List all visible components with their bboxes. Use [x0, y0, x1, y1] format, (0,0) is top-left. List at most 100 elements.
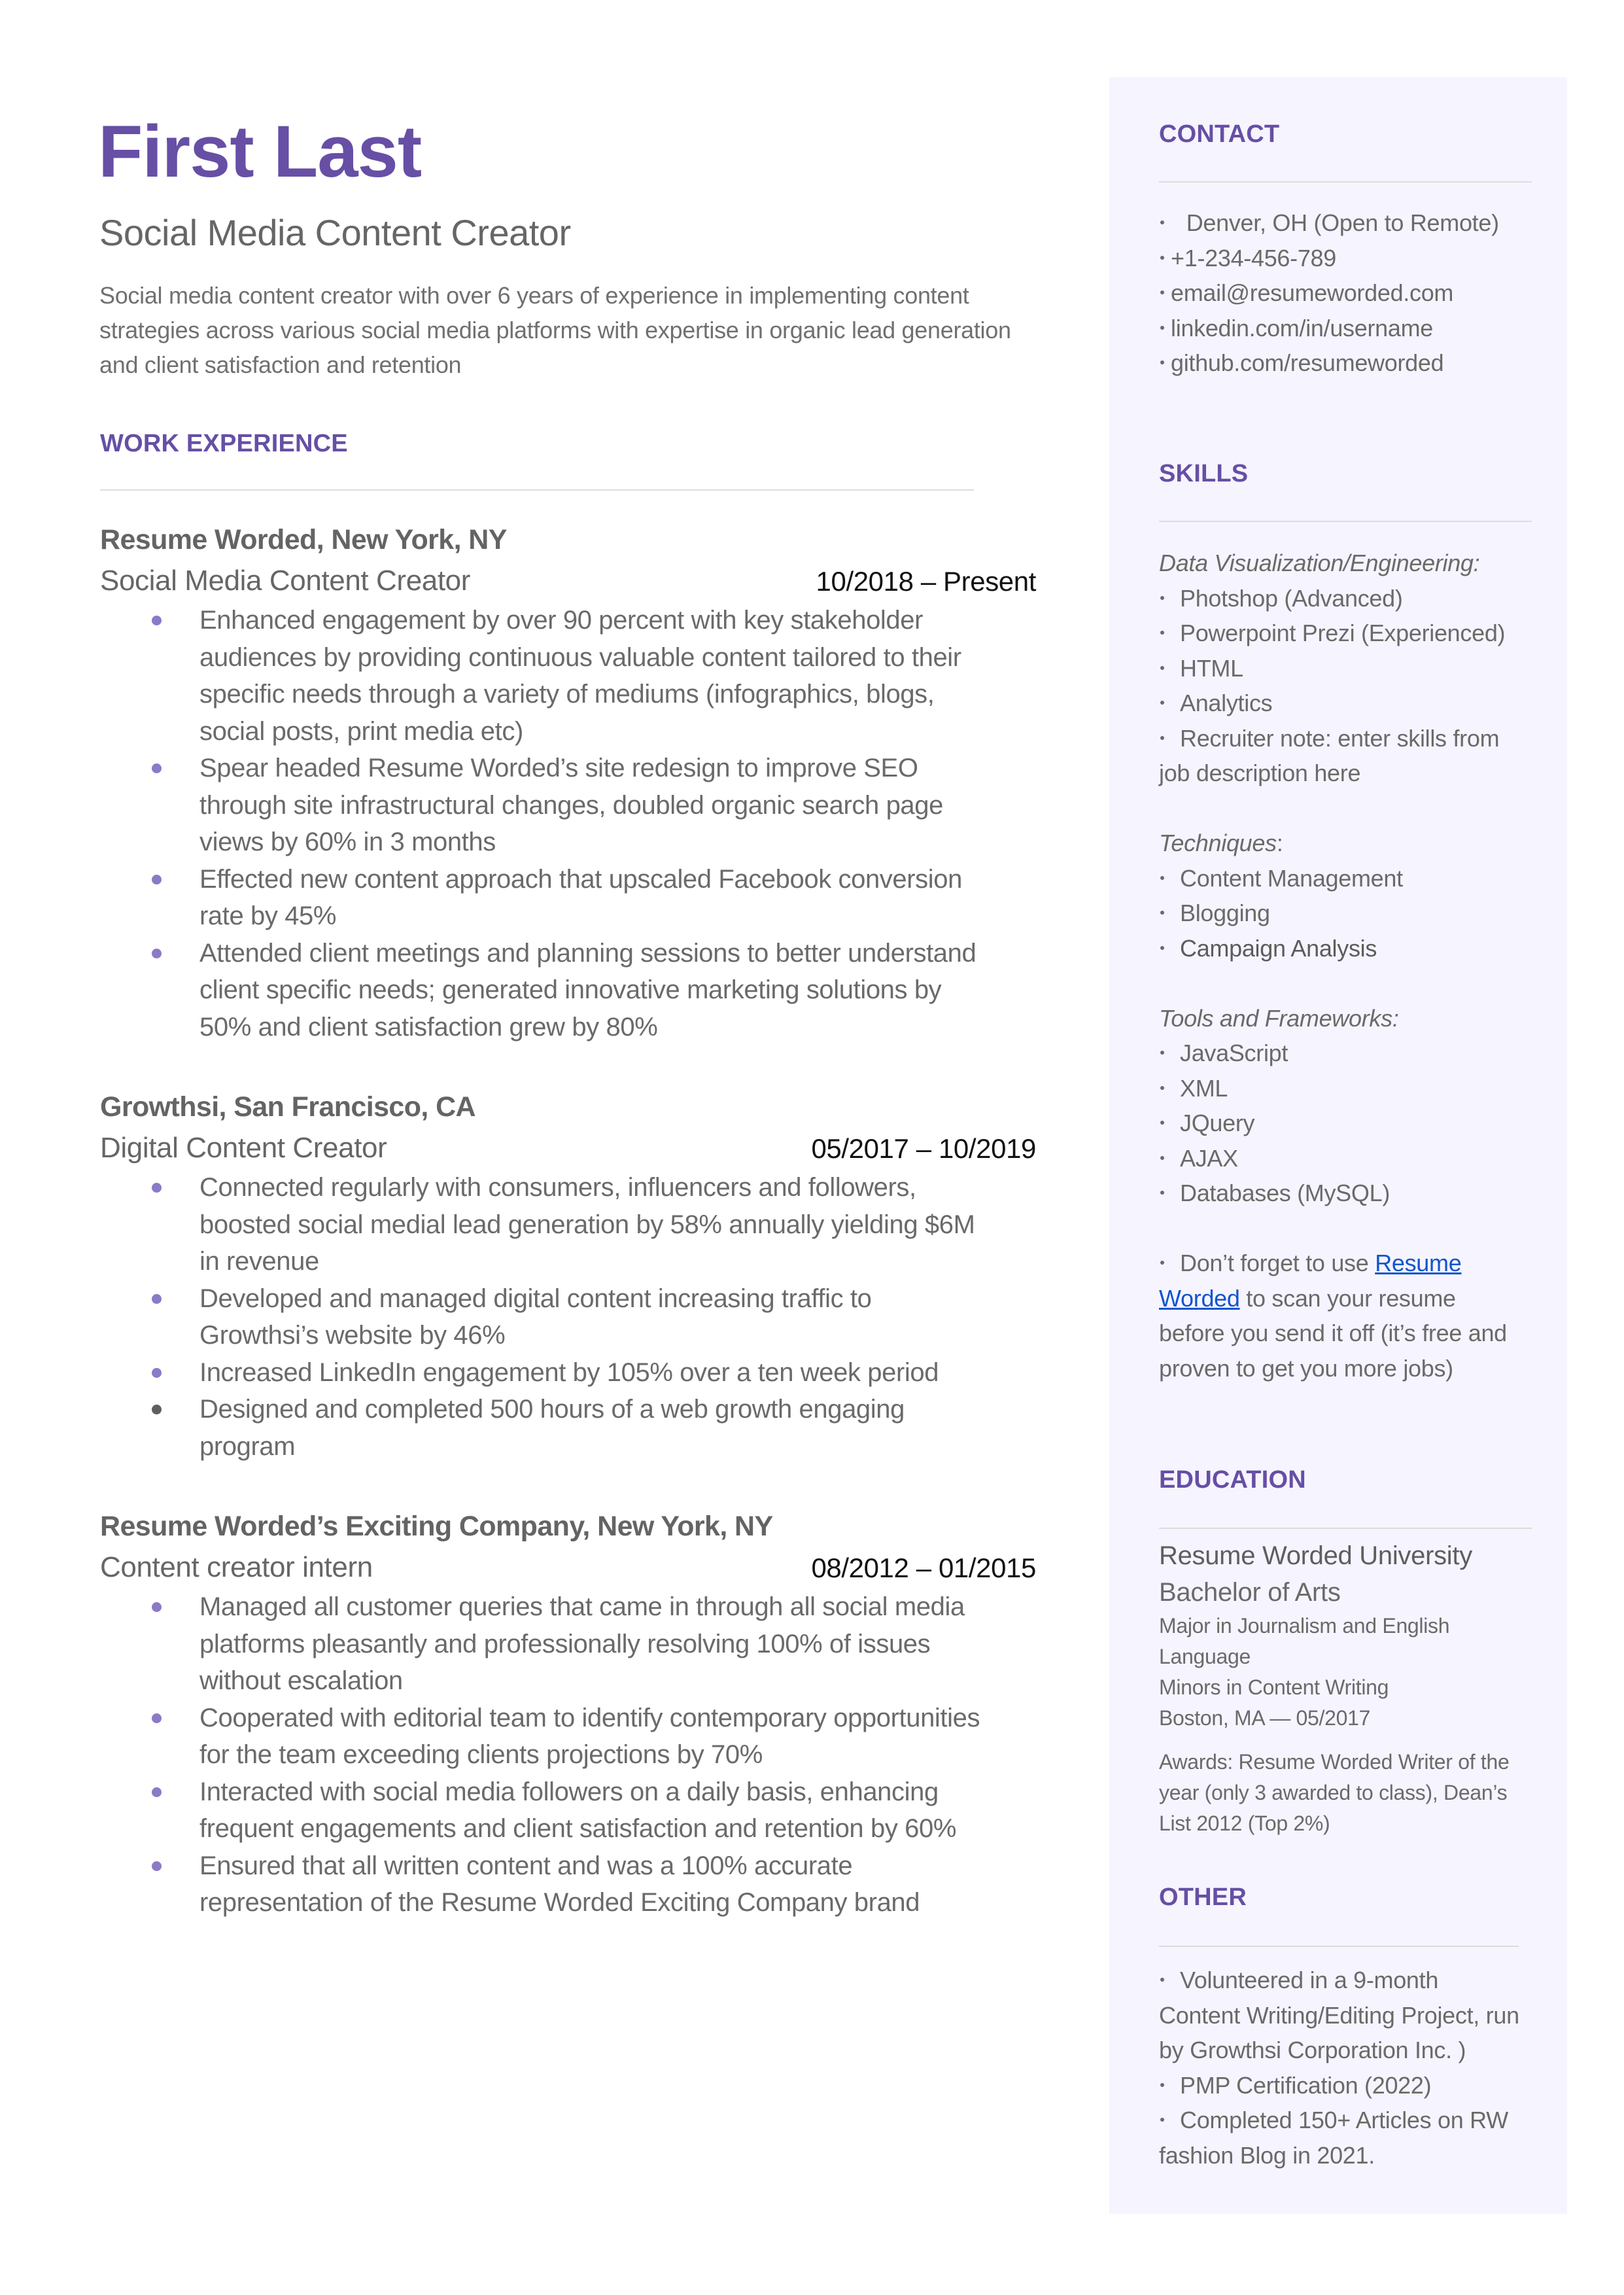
education-major: Major in Journalism and English: [1159, 1614, 1450, 1638]
job-bullet: Increased LinkedIn engagement by 105% ov…: [100, 1354, 1003, 1392]
bullet-icon: [1160, 220, 1164, 225]
bullet-text-line: Enhanced engagement by over 90 percent w…: [199, 606, 924, 635]
bullet-icon: [152, 948, 162, 958]
bullet-text-line: client specific needs; generated innovat…: [199, 975, 942, 1004]
bullet-text-line: boosted social medial lead generation by…: [199, 1210, 975, 1239]
education-degree: Bachelor of Arts: [1159, 1578, 1341, 1607]
bullet-icon: [1160, 595, 1164, 600]
other-item-continued: Content Writing/Editing Project, run: [1159, 2001, 1519, 2029]
bullet-icon: [1160, 2082, 1164, 2087]
job-role: Content creator intern: [100, 1551, 373, 1583]
job-bullet: Developed and managed digital content in…: [100, 1280, 1003, 1354]
bullet-icon: [1160, 1261, 1164, 1265]
education-heading: EDUCATION: [1159, 1466, 1306, 1494]
skill-item: AJAX: [1159, 1141, 1551, 1176]
skill-item: Powerpoint Prezi (Experienced): [1159, 616, 1551, 651]
resume-worded-tip-line: before you send it off (it’s free and: [1159, 1320, 1507, 1346]
skill-item: Content Management: [1159, 861, 1551, 896]
job-bullet: Connected regularly with consumers, infl…: [100, 1169, 1003, 1280]
bullet-text-line: 50% and client satisfaction grew by 80%: [199, 1012, 658, 1042]
bullet-text-line: Ensured that all written content and was…: [199, 1851, 853, 1880]
company-name: Resume Worded, New York, NY: [100, 524, 507, 555]
skill-item: Photshop (Advanced): [1159, 581, 1551, 616]
bullet-text-line: program: [199, 1431, 296, 1461]
bullet-text-line: Cooperated with editorial team to identi…: [199, 1703, 980, 1732]
skill-item: JQuery: [1159, 1106, 1551, 1141]
bullet-text-line: Connected regularly with consumers, infl…: [199, 1173, 916, 1202]
bullet-icon: [1160, 1051, 1164, 1055]
bullet-text-line: Interacted with social media followers o…: [199, 1777, 939, 1806]
bullet-text-line: specific needs through a variety of medi…: [199, 680, 935, 709]
education-entry: Resume Worded University Bachelor of Art…: [1159, 1537, 1510, 1839]
contact-email[interactable]: email@resumeworded.com: [1159, 275, 1551, 311]
skill-item: Campaign Analysis: [1159, 931, 1551, 966]
education-major-continued: Language: [1159, 1645, 1251, 1668]
job-bullet: Attended client meetings and planning se…: [100, 935, 1003, 1046]
bullet-icon: [152, 763, 162, 773]
contact-phone[interactable]: +1-234-456-789: [1159, 241, 1551, 276]
other-list: Volunteered in a 9-month Content Writing…: [1159, 1963, 1551, 2173]
job-role: Social Media Content Creator: [100, 565, 470, 597]
skill-item: Blogging: [1159, 896, 1551, 931]
bullet-text-line: Increased LinkedIn engagement by 105% ov…: [199, 1358, 939, 1387]
bullet-text-line: for the team exceeding clients projectio…: [199, 1740, 763, 1769]
contact-location: Denver, OH (Open to Remote): [1159, 205, 1551, 241]
skills-list: Data Visualization/Engineering: Photshop…: [1159, 546, 1551, 1386]
bullet-text-line: in revenue: [199, 1247, 319, 1276]
bullet-icon: [1160, 290, 1164, 295]
job-bullet: Ensured that all written content and was…: [100, 1848, 1003, 1921]
job-bullet: Enhanced engagement by over 90 percent w…: [100, 602, 1003, 750]
skill-item: XML: [1159, 1071, 1551, 1106]
bullet-text-line: Developed and managed digital content in…: [199, 1284, 872, 1313]
other-item-continued: fashion Blog in 2021.: [1159, 2141, 1375, 2169]
bullet-text-line: Managed all customer queries that came i…: [199, 1592, 965, 1621]
bullet-icon: [152, 874, 162, 885]
company-name: Resume Worded’s Exciting Company, New Yo…: [100, 1511, 773, 1542]
summary-line: strategies across various social media p…: [99, 317, 1011, 343]
bullet-text-line: views by 60% in 3 months: [199, 828, 496, 856]
job-bullets: Enhanced engagement by over 90 percent w…: [100, 602, 1003, 1045]
contact-linkedin[interactable]: linkedin.com/in/username: [1159, 311, 1551, 346]
summary: Social media content creator with over 6…: [99, 278, 1080, 382]
section-divider: [1159, 1528, 1532, 1529]
skill-item: Analytics: [1159, 686, 1551, 721]
contact-list: Denver, OH (Open to Remote) +1-234-456-7…: [1159, 205, 1551, 381]
bullet-icon: [152, 1367, 162, 1378]
bullet-icon: [1160, 875, 1164, 880]
bullet-text-line: audiences by providing continuous valuab…: [199, 642, 961, 672]
candidate-name: First Last: [98, 111, 422, 192]
resume-worded-tip-line: Worded to scan your resume: [1159, 1284, 1456, 1312]
education-school: Resume Worded University: [1159, 1541, 1472, 1570]
bullet-text-line: social posts, print media etc): [199, 716, 523, 746]
other-item-continued: by Growthsi Corporation Inc. ): [1159, 2037, 1466, 2063]
bullet-icon: [152, 1713, 162, 1723]
resume-worded-link[interactable]: Resume: [1375, 1250, 1462, 1276]
resume-worded-link[interactable]: Worded: [1159, 1285, 1240, 1312]
job-bullet: Managed all customer queries that came i…: [100, 1588, 1003, 1700]
job-bullet: Designed and completed 500 hours of a we…: [100, 1391, 1003, 1465]
bullet-icon: [1160, 325, 1164, 330]
section-divider: [1159, 181, 1532, 183]
bullet-text-line: Effected new content approach that upsca…: [199, 864, 962, 894]
education-minor: Minors in Content Writing: [1159, 1675, 1389, 1699]
job-bullet: Spear headed Resume Worded’s site redesi…: [100, 750, 1003, 861]
summary-line: and client satisfaction and retention: [99, 351, 462, 378]
contact-heading: CONTACT: [1159, 120, 1280, 148]
bullet-text-line: platforms pleasantly and professionally …: [199, 1629, 931, 1658]
education-awards: Awards: Resume Worded Writer of the: [1159, 1750, 1510, 1774]
bullet-text-line: Attended client meetings and planning se…: [199, 938, 976, 968]
skill-category: Data Visualization/Engineering:: [1159, 550, 1480, 576]
contact-github[interactable]: github.com/resumeworded: [1159, 345, 1551, 381]
bullet-icon: [1160, 945, 1164, 950]
skill-category: Tools and Frameworks:: [1159, 1004, 1399, 1032]
job-bullet: Effected new content approach that upsca…: [100, 861, 1003, 935]
skills-heading: SKILLS: [1159, 460, 1249, 487]
bullet-icon: [1160, 1191, 1164, 1195]
skill-note-continued: job description here: [1159, 760, 1361, 786]
skill-item: HTML: [1159, 651, 1551, 686]
bullet-icon: [152, 616, 162, 625]
bullet-icon: [1160, 1085, 1164, 1090]
candidate-title: Social Media Content Creator: [99, 212, 571, 253]
bullet-text-line: Spear headed Resume Worded’s site redesi…: [199, 754, 918, 782]
